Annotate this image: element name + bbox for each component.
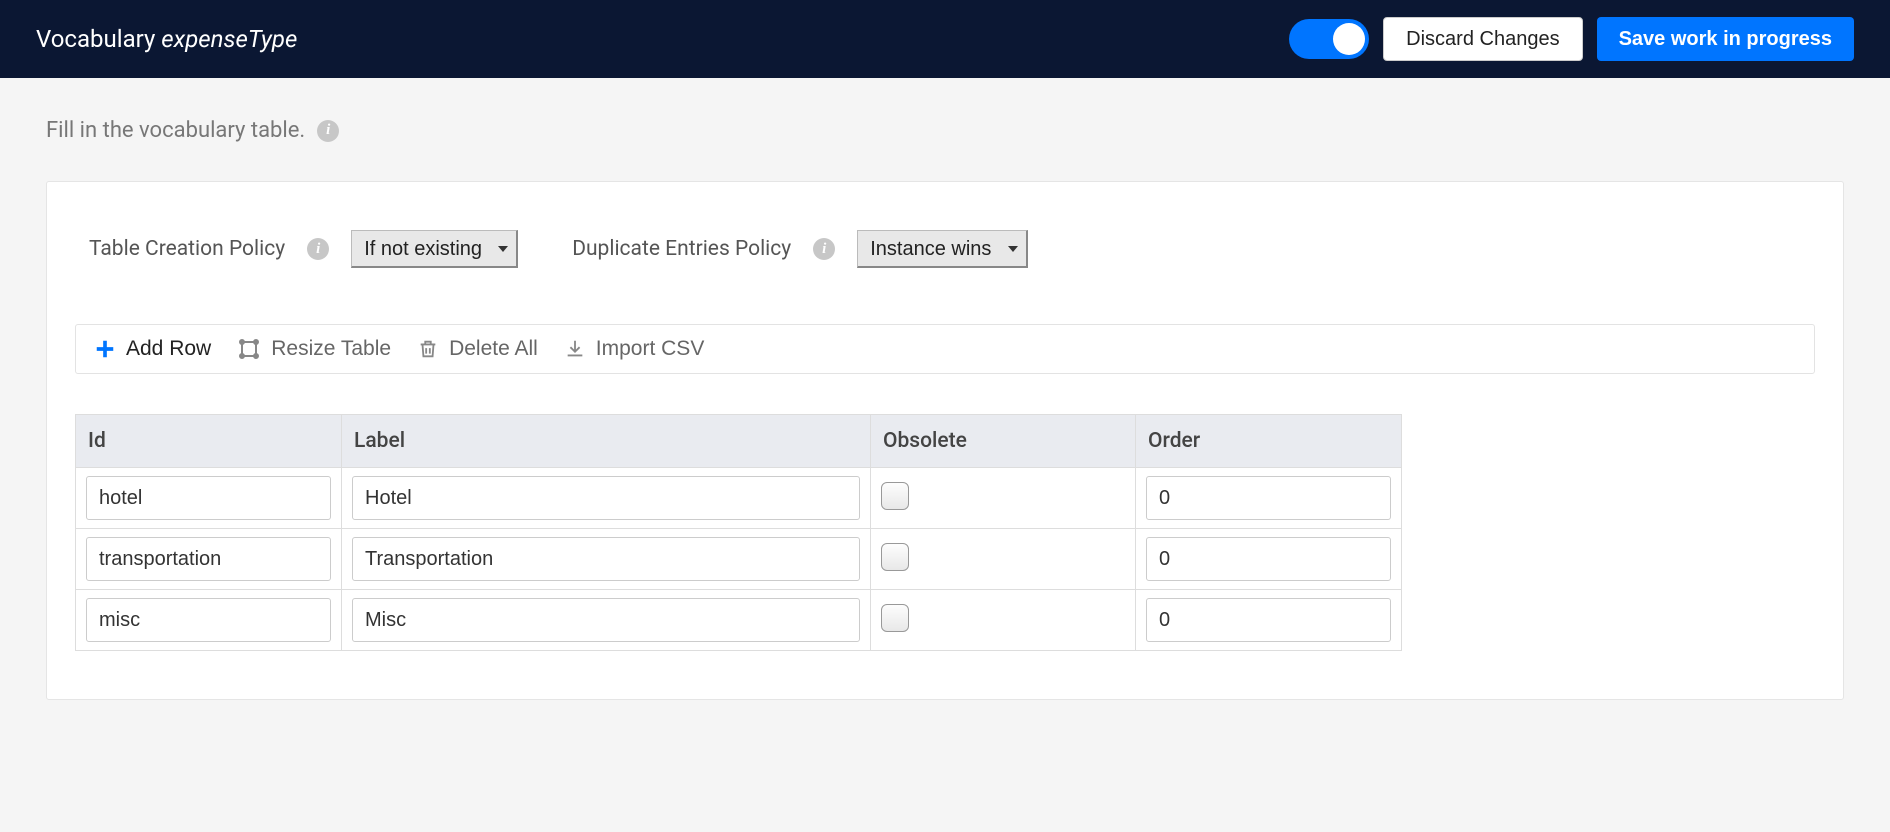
policy-row: Table Creation Policy i If not existing … (75, 230, 1815, 268)
vocabulary-table: Id Label Obsolete Order (75, 414, 1402, 651)
table-row (76, 468, 1402, 529)
info-icon[interactable]: i (317, 120, 339, 142)
label-input[interactable] (352, 537, 860, 581)
page-title: Vocabulary expenseType (36, 25, 297, 53)
hint-row: Fill in the vocabulary table. i (46, 118, 1844, 143)
title-prefix: Vocabulary (36, 25, 155, 53)
duplicate-policy-label: Duplicate Entries Policy (572, 237, 791, 261)
app-header: Vocabulary expenseType Discard Changes S… (0, 0, 1890, 78)
col-obsolete-header: Obsolete (871, 415, 1136, 468)
id-input[interactable] (86, 476, 331, 520)
add-row-button[interactable]: Add Row (94, 337, 211, 361)
table-row (76, 529, 1402, 590)
import-csv-label: Import CSV (596, 337, 705, 361)
header-actions: Discard Changes Save work in progress (1289, 17, 1854, 61)
save-button[interactable]: Save work in progress (1597, 17, 1854, 61)
info-icon[interactable]: i (307, 238, 329, 260)
vocabulary-card: Table Creation Policy i If not existing … (46, 181, 1844, 700)
order-input[interactable] (1146, 598, 1391, 642)
creation-policy-select[interactable]: If not existing (351, 230, 518, 268)
delete-all-label: Delete All (449, 337, 538, 361)
creation-policy-label: Table Creation Policy (89, 237, 285, 261)
obsolete-checkbox[interactable] (881, 604, 909, 632)
id-input[interactable] (86, 537, 331, 581)
import-icon (564, 338, 586, 360)
resize-icon (237, 337, 261, 361)
resize-table-label: Resize Table (271, 337, 391, 361)
title-name: expenseType (161, 25, 297, 53)
discard-button[interactable]: Discard Changes (1383, 17, 1582, 61)
duplicate-policy-select-wrap: Instance wins (857, 230, 1028, 268)
delete-all-button[interactable]: Delete All (417, 337, 538, 361)
add-row-label: Add Row (126, 337, 211, 361)
obsolete-checkbox[interactable] (881, 482, 909, 510)
import-csv-button[interactable]: Import CSV (564, 337, 705, 361)
enable-toggle[interactable] (1289, 19, 1369, 59)
creation-policy-select-wrap: If not existing (351, 230, 518, 268)
resize-table-button[interactable]: Resize Table (237, 337, 391, 361)
col-order-header: Order (1136, 415, 1402, 468)
id-input[interactable] (86, 598, 331, 642)
order-input[interactable] (1146, 537, 1391, 581)
table-toolbar: Add Row Resize Table Delete All Import C… (75, 324, 1815, 374)
plus-icon (94, 338, 116, 360)
info-icon[interactable]: i (813, 238, 835, 260)
col-label-header: Label (342, 415, 871, 468)
trash-icon (417, 338, 439, 360)
obsolete-checkbox[interactable] (881, 543, 909, 571)
toggle-knob (1333, 23, 1365, 55)
label-input[interactable] (352, 598, 860, 642)
order-input[interactable] (1146, 476, 1391, 520)
table-header-row: Id Label Obsolete Order (76, 415, 1402, 468)
hint-text: Fill in the vocabulary table. (46, 118, 305, 143)
col-id-header: Id (76, 415, 342, 468)
table-row (76, 590, 1402, 651)
content-area: Fill in the vocabulary table. i Table Cr… (0, 78, 1890, 740)
label-input[interactable] (352, 476, 860, 520)
duplicate-policy-select[interactable]: Instance wins (857, 230, 1028, 268)
